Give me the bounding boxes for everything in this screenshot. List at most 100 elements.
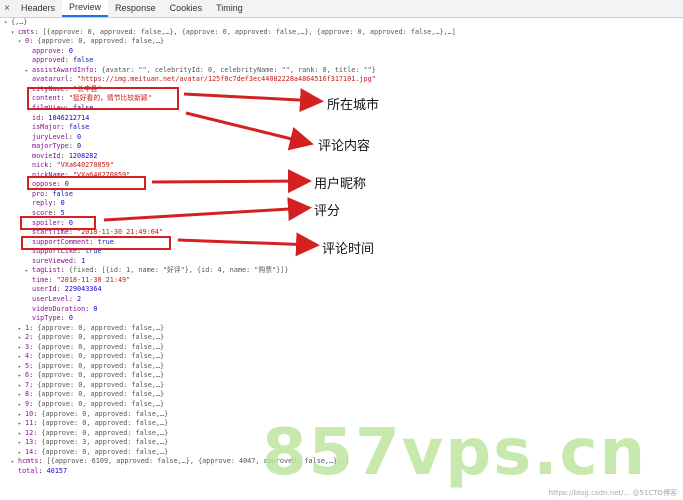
tree-row: majorType: 0 [32, 142, 82, 151]
tree-row: reply: 0 [32, 199, 65, 208]
tree-preview: {approve: 3, approved: false,…} [41, 438, 169, 447]
tree-key: sureViewed [32, 256, 73, 265]
tree-row[interactable]: ▸ 12: {approve: 0, approved: false,…} [18, 429, 168, 438]
tree-key: 14 [25, 447, 34, 456]
tree-key: 10 [25, 409, 34, 418]
tree-key: userLevel [32, 294, 69, 303]
tree-preview: {approve: 0, approved: false,…} [37, 342, 165, 351]
highlight-starttime [21, 236, 171, 250]
tree-row[interactable]: ▸ assistAwardInfo: {avatar: "", celebrity… [25, 66, 376, 75]
tree-key: 11 [25, 419, 34, 428]
tree-key: 1 [25, 323, 30, 332]
tree-row: pro: false [32, 189, 73, 198]
tree-preview: [{approve: 0, approved: false,…}, {appro… [42, 27, 456, 36]
tree-key: approved [32, 56, 65, 65]
expanded-triangle-icon[interactable]: ▾ [18, 38, 25, 47]
tree-preview: {approve: 0, approved: false,…} [37, 371, 165, 380]
tree-row[interactable]: ▸ 5: {approve: 0, approved: false,…} [18, 362, 164, 371]
tree-row[interactable]: ▸ 3: {approve: 0, approved: false,…} [18, 343, 164, 352]
tree-key: cmts [18, 27, 35, 36]
tree-preview: {approve: 0, approved: false,…} [41, 419, 169, 428]
expanded-triangle-icon[interactable]: ▾ [11, 29, 18, 38]
tree-preview: {approve: 0, approved: false,…} [41, 428, 169, 437]
tree-row: videoDuration: 0 [32, 304, 98, 313]
tree-value: false [52, 189, 73, 198]
tree-key: 8 [25, 390, 30, 399]
tree-row[interactable]: ▸ 10: {approve: 0, approved: false,…} [18, 410, 168, 419]
tree-value: 0 [68, 46, 73, 55]
tree-key: 3 [25, 342, 30, 351]
tab-timing[interactable]: Timing [209, 0, 250, 17]
tree-key: isMajor [32, 123, 61, 132]
tab-cookies[interactable]: Cookies [163, 0, 210, 17]
tree-key: 6 [25, 371, 30, 380]
tree-row: userId: 229043364 [32, 285, 102, 294]
tree-row[interactable]: ▾ cmts: [{approve: 0, approved: false,…},… [11, 28, 456, 37]
tree-row[interactable]: ▸ 1: {approve: 0, approved: false,…} [18, 324, 164, 333]
devtools-tab-bar: × Headers Preview Response Cookies Timin… [0, 0, 683, 18]
tree-value: 1046212714 [48, 113, 90, 122]
tab-headers[interactable]: Headers [14, 0, 62, 17]
tree-row[interactable]: ▾ {,…} [4, 18, 27, 27]
tree-key: 13 [25, 438, 34, 447]
tree-value: 0 [60, 199, 65, 208]
label-nickname: 用户昵称 [314, 177, 367, 192]
expanded-triangle-icon[interactable]: ▾ [4, 19, 11, 28]
highlight-nickname [27, 176, 146, 190]
tree-row[interactable]: ▸ 8: {approve: 0, approved: false,…} [18, 390, 164, 399]
tree-preview: {approve: 0, approved: false,…} [37, 37, 165, 46]
tree-key: pro [32, 189, 45, 198]
watermark: 857vps.cn [262, 416, 648, 490]
tree-row[interactable]: ▸ 2: {approve: 0, approved: false,…} [18, 333, 164, 342]
credit-text: https://blog.csdn.net/... @51CTO博客 [548, 489, 677, 497]
tree-preview: {avatar: "", celebrityId: 0, celebrityNa… [101, 65, 376, 74]
tree-key: hcmts [18, 457, 39, 466]
tree-key: vipType [32, 314, 61, 323]
tree-row: approve: 0 [32, 46, 73, 55]
tree-row[interactable]: ▸ 4: {approve: 0, approved: false,…} [18, 352, 164, 361]
tree-row: isMajor: false [32, 123, 90, 132]
tree-key: 0 [25, 37, 30, 46]
tree-key: 2 [25, 333, 30, 342]
tree-key: juryLevel [32, 132, 69, 141]
tree-key: reply [32, 199, 53, 208]
tree-row[interactable]: ▸ 14: {approve: 0, approved: false,…} [18, 448, 168, 457]
tree-preview: {fixed: [{id: 1, name: "好评"}, {id: 4, na… [68, 266, 289, 275]
label-time: 评论时间 [322, 242, 375, 257]
tree-row[interactable]: ▸ tagList: {fixed: [{id: 1, name: "好评"}, … [25, 266, 288, 275]
tree-value: 40157 [46, 466, 68, 475]
tree-row: juryLevel: 0 [32, 132, 82, 141]
tree-value: false [72, 56, 94, 65]
tree-value: 2 [77, 294, 82, 303]
tree-row: total: 40157 [18, 466, 68, 475]
tree-key: majorType [32, 142, 69, 151]
tree-row[interactable]: ▸ 6: {approve: 0, approved: false,…} [18, 371, 164, 380]
label-content: 评论内容 [318, 139, 371, 154]
tree-key: videoDuration [32, 304, 86, 313]
tree-value: "2018-11-30 21:49" [56, 275, 131, 284]
tab-preview[interactable]: Preview [62, 0, 109, 17]
tree-key: 7 [25, 380, 30, 389]
tree-row: movieId: 1208282 [32, 151, 98, 160]
tree-row: sureViewed: 1 [32, 256, 86, 265]
label-score: 评分 [314, 204, 341, 219]
tree-preview: {approve: 0, approved: false,…} [37, 333, 165, 342]
tree-key: 4 [25, 352, 30, 361]
tree-key: time [32, 275, 49, 284]
tree-row[interactable]: ▸ 13: {approve: 3, approved: false,…} [18, 438, 168, 447]
tree-value: false [68, 123, 90, 132]
tree-key: avatarurl [32, 75, 69, 84]
tree-row[interactable]: ▸ 7: {approve: 0, approved: false,…} [18, 381, 164, 390]
tab-response[interactable]: Response [108, 0, 163, 17]
tree-root: {,…} [11, 18, 28, 26]
tree-key: total [18, 466, 39, 475]
tree-key: nick [32, 161, 49, 170]
close-icon[interactable]: × [0, 3, 14, 14]
tree-row[interactable]: ▸ 11: {approve: 0, approved: false,…} [18, 419, 168, 428]
tree-row[interactable]: ▾ 0: {approve: 0, approved: false,…} [18, 37, 164, 46]
tree-row[interactable]: ▸ 9: {approve: 0, approved: false,…} [18, 400, 164, 409]
tree-preview: {approve: 0, approved: false,…} [37, 361, 165, 370]
tree-preview: {approve: 0, approved: false,…} [37, 400, 165, 408]
tree-preview: {approve: 0, approved: false,…} [37, 323, 165, 332]
tree-preview: {approve: 0, approved: false,…} [37, 390, 165, 399]
